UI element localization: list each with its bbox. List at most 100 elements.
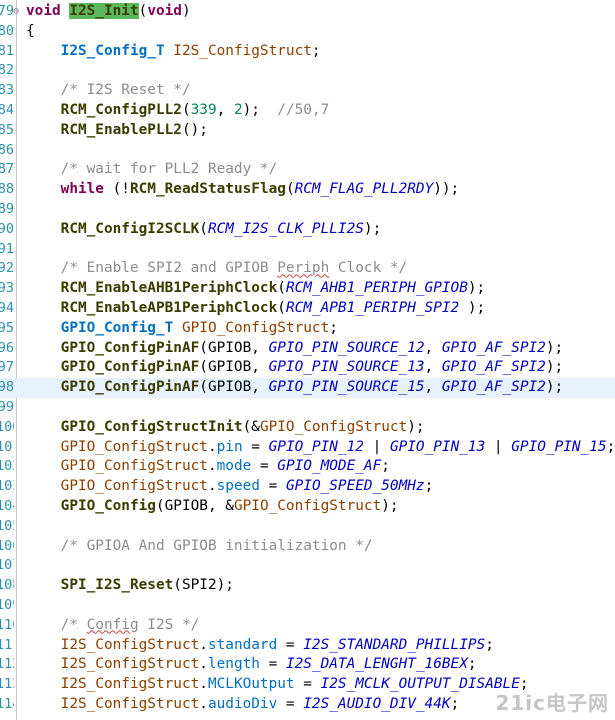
line-number: 80	[0, 22, 14, 39]
code-token: .	[207, 458, 217, 475]
code-token: ;	[485, 636, 494, 653]
code-token: GPIO_Config	[60, 497, 156, 514]
code-lines[interactable]: 79 ⊖ void I2S_Init(void) 80{81 I2S_Config_T…	[0, 2, 615, 715]
code-line[interactable]: 87 /* wait for PLL2 Ready */	[0, 160, 615, 180]
code-line[interactable]: 91	[0, 240, 615, 260]
code-line[interactable]: 101 GPIO_ConfigStruct.pin = GPIO_PIN_12 …	[0, 438, 615, 458]
code-token: RCM_ReadStatusFlag	[129, 181, 286, 198]
code-text: /* I2S Reset */	[26, 81, 191, 101]
code-line[interactable]: 108 SPI_I2S_Reset(SPI2);	[0, 576, 615, 596]
code-token: RCM_EnablePLL2	[60, 121, 182, 138]
code-token: RCM_I2S_CLK_PLLI2S	[207, 220, 364, 237]
code-token: |	[485, 438, 512, 455]
code-token: );	[467, 280, 486, 297]
code-line[interactable]: 86	[0, 141, 615, 161]
code-line[interactable]: 94 RCM_EnableAPB1PeriphClock(RCM_APB1_PE…	[0, 299, 615, 319]
code-line[interactable]: 104 GPIO_Config(GPIOB, &GPIO_ConfigStruc…	[0, 497, 615, 517]
code-token: ;	[606, 438, 615, 455]
code-token: {	[26, 22, 35, 39]
code-token: GPIO_AF_SPI2	[441, 339, 546, 356]
code-line[interactable]: 79 ⊖ void I2S_Init(void)	[0, 2, 615, 22]
line-number: 113	[0, 676, 14, 693]
code-line[interactable]: 111 I2S_ConfigStruct.standard = I2S_STAN…	[0, 636, 615, 656]
line-number: 105	[0, 517, 14, 534]
code-token: =	[251, 458, 278, 475]
code-line[interactable]: 92 /* Enable SPI2 and GPIOB Periph Clock…	[0, 259, 615, 279]
line-number: 88	[0, 181, 14, 198]
code-token: =	[277, 695, 304, 712]
code-line[interactable]: 85 RCM_EnablePLL2();	[0, 121, 615, 141]
code-line[interactable]: 106 /* GPIOA And GPIOB initialization */	[0, 537, 615, 557]
fold-toggle-icon[interactable]: ⊖	[13, 2, 19, 22]
code-text: GPIO_ConfigPinAF(GPIOB, GPIO_PIN_SOURCE_…	[26, 378, 564, 398]
code-line[interactable]: 112 I2S_ConfigStruct.length = I2S_DATA_L…	[0, 655, 615, 675]
code-text: SPI_I2S_Reset(SPI2);	[26, 576, 234, 596]
code-text: I2S_ConfigStruct.audioDiv = I2S_AUDIO_DI…	[26, 695, 460, 715]
code-token: GPIO_PIN_13	[389, 438, 486, 455]
code-line[interactable]: 103 GPIO_ConfigStruct.speed = GPIO_SPEED…	[0, 477, 615, 497]
code-token: GPIO_ConfigStruct	[233, 497, 382, 514]
code-text: I2S_ConfigStruct.standard = I2S_STANDARD…	[26, 636, 494, 656]
line-number: 111	[0, 636, 14, 653]
code-line[interactable]: 107	[0, 556, 615, 576]
code-line[interactable]: 93 RCM_EnableAHB1PeriphClock(RCM_AHB1_PE…	[0, 279, 615, 299]
code-token: .	[207, 478, 217, 495]
code-line[interactable]: 88 while (!RCM_ReadStatusFlag(RCM_FLAG_P…	[0, 180, 615, 200]
code-token: ,	[424, 359, 442, 376]
code-line[interactable]: 110 /* Config I2S */	[0, 616, 615, 636]
code-line[interactable]: 95 GPIO_Config_T GPIO_ConfigStruct;	[0, 319, 615, 339]
line-number: 96	[0, 339, 14, 356]
code-text: RCM_EnableAPB1PeriphClock(RCM_APB1_PERIP…	[26, 299, 486, 319]
code-token: I2S_ConfigStruct	[60, 695, 200, 712]
code-token: GPIO_MODE_AF	[277, 458, 382, 475]
code-line[interactable]: 96 GPIO_ConfigPinAF(GPIOB, GPIO_PIN_SOUR…	[0, 339, 615, 359]
code-token: ,	[216, 101, 234, 118]
code-text: /* Enable SPI2 and GPIOB Periph Clock */	[26, 259, 408, 279]
code-token: );	[381, 497, 399, 514]
code-editor[interactable]: 79 ⊖ void I2S_Init(void) 80{81 I2S_Config_T…	[0, 0, 615, 720]
code-line[interactable]: 90 RCM_ConfigI2SCLK(RCM_I2S_CLK_PLLI2S);	[0, 220, 615, 240]
code-token: GPIO_PIN_SOURCE_12	[268, 339, 425, 356]
code-line[interactable]: 89	[0, 200, 615, 220]
line-number: 114	[0, 695, 14, 712]
code-line[interactable]: 105	[0, 517, 615, 537]
code-line[interactable]: 99	[0, 398, 615, 418]
code-line[interactable]: 82	[0, 61, 615, 81]
code-text: GPIO_Config(GPIOB, &GPIO_ConfigStruct);	[26, 497, 399, 517]
code-token: (	[277, 299, 286, 316]
line-number: 87	[0, 161, 14, 178]
code-token: SPI_I2S_Reset	[60, 577, 174, 594]
code-line-current[interactable]: 98 GPIO_ConfigPinAF(GPIOB, GPIO_PIN_SOUR…	[0, 378, 615, 398]
code-line[interactable]: 80 {	[0, 22, 615, 42]
code-line[interactable]: 83 /* I2S Reset */	[0, 81, 615, 101]
code-token: /* GPIOA And GPIOB initialization */	[60, 537, 373, 554]
code-token: length	[207, 656, 260, 673]
line-number: 85	[0, 121, 14, 138]
code-token: I2S_ConfigStruct	[173, 42, 312, 59]
code-line[interactable]: 100 GPIO_ConfigStructInit(&GPIO_ConfigSt…	[0, 418, 615, 438]
code-token: MCLKOutput	[207, 676, 295, 693]
code-token: audioDiv	[207, 695, 278, 712]
code-line[interactable]: 97 GPIO_ConfigPinAF(GPIOB, GPIO_PIN_SOUR…	[0, 358, 615, 378]
code-line[interactable]: 84 RCM_ConfigPLL2(339, 2); //50,7	[0, 101, 615, 121]
code-token: );	[459, 299, 486, 316]
code-token: void	[147, 3, 182, 19]
code-token: );	[242, 101, 278, 118]
line-number: 106	[0, 537, 14, 554]
code-token: ;	[467, 656, 477, 673]
code-token: (	[277, 280, 286, 297]
code-token: =	[259, 656, 286, 673]
code-line[interactable]: 102 GPIO_ConfigStruct.mode = GPIO_MODE_A…	[0, 457, 615, 477]
code-line[interactable]: 81 I2S_Config_T I2S_ConfigStruct;	[0, 42, 615, 62]
line-number: 112	[0, 656, 14, 673]
code-line[interactable]: 109	[0, 596, 615, 616]
